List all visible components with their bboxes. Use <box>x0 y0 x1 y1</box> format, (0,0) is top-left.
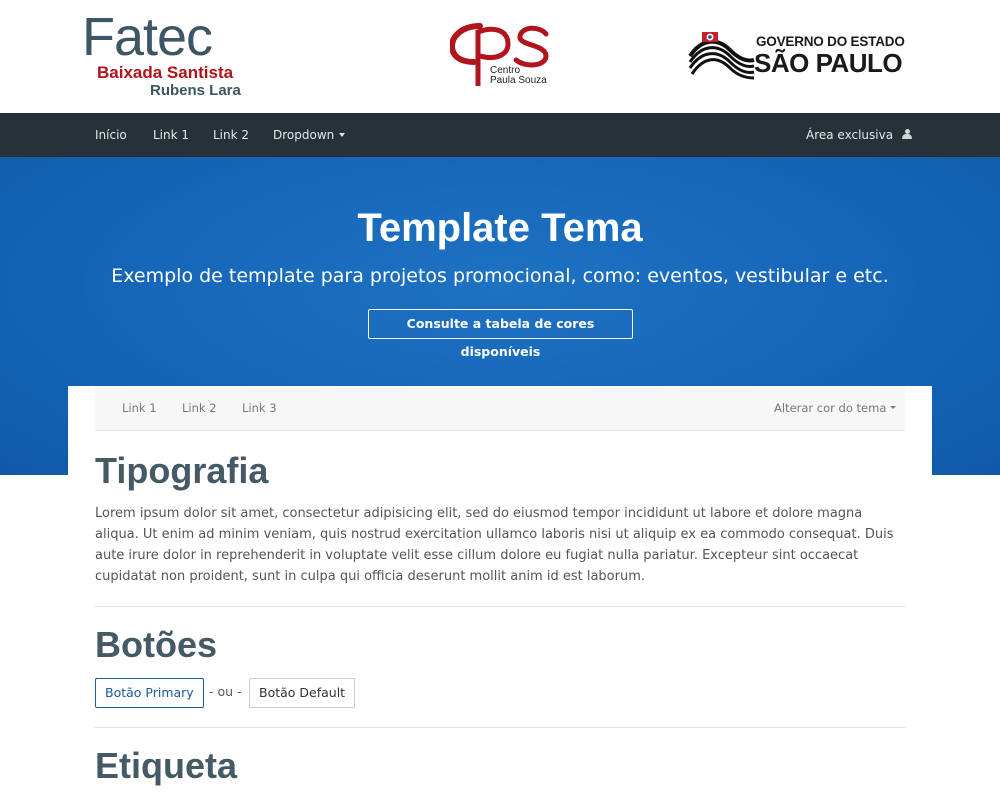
fatec-logo-unit: Rubens Lara <box>150 82 241 99</box>
section-divider <box>95 606 905 607</box>
nav-item-inicio[interactable]: Início <box>95 113 127 157</box>
theme-color-label: Alterar cor do tema <box>774 401 887 415</box>
sp-flag-icon <box>688 32 755 80</box>
sp-logo-line1: GOVERNO DO ESTADO <box>756 34 905 49</box>
secondary-navbar: Link 1 Link 2 Link 3 Alterar cor do tema <box>95 386 905 431</box>
nav-item-link-2[interactable]: Link 2 <box>213 113 249 157</box>
color-table-button[interactable]: Consulte a tabela de cores disponíveis <box>368 309 633 359</box>
caret-down-icon <box>339 132 346 137</box>
tipografia-paragraph: Lorem ipsum dolor sit amet, consectetur … <box>95 506 894 584</box>
section-title-etiqueta: Etiqueta <box>95 745 238 786</box>
caret-down-icon <box>890 406 897 409</box>
sp-government-logo[interactable]: GOVERNO DO ESTADO SÃO PAULO <box>688 28 920 80</box>
cps-logo-line2: Paula Souza <box>490 75 547 86</box>
hero-subtitle: Exemplo de template para projetos promoc… <box>111 265 889 287</box>
fatec-logo-campus: Baixada Santista <box>97 63 234 82</box>
cps-logo-text: Centro Paula Souza <box>490 66 547 86</box>
main-navbar: Início Link 1 Link 2 Dropdown Área exclu… <box>0 113 1000 157</box>
content-container: Link 1 Link 2 Link 3 Alterar cor do tema… <box>68 386 932 800</box>
fatec-logo[interactable]: Fatec Baixada Santista Rubens Lara <box>82 8 242 103</box>
subnav-item-link-2[interactable]: Link 2 <box>182 386 217 431</box>
section-title-tipografia: Tipografia <box>95 450 269 491</box>
theme-color-dropdown[interactable]: Alterar cor do tema <box>774 386 897 431</box>
site-header: Fatec Baixada Santista Rubens Lara Centr… <box>0 0 1000 113</box>
fatec-logo-word: Fatec <box>82 7 213 67</box>
buttons-separator-text: - ou - <box>209 684 242 699</box>
default-button[interactable]: Botão Default <box>249 678 356 708</box>
nav-dropdown-label: Dropdown <box>273 128 335 142</box>
nav-item-dropdown[interactable]: Dropdown <box>273 113 346 157</box>
cps-logo[interactable]: Centro Paula Souza <box>448 20 560 90</box>
hero-title: Template Tema <box>357 206 643 250</box>
subnav-item-link-3[interactable]: Link 3 <box>242 386 277 431</box>
section-title-botoes: Botões <box>95 624 218 665</box>
user-icon <box>902 128 913 140</box>
nav-item-link-1[interactable]: Link 1 <box>153 113 189 157</box>
primary-button[interactable]: Botão Primary <box>95 678 204 708</box>
nav-item-area-exclusiva[interactable]: Área exclusiva <box>806 113 913 157</box>
section-divider <box>95 727 905 728</box>
sp-logo-line2: SÃO PAULO <box>754 48 903 78</box>
subnav-item-link-1[interactable]: Link 1 <box>122 386 157 431</box>
area-exclusiva-label: Área exclusiva <box>806 128 894 142</box>
